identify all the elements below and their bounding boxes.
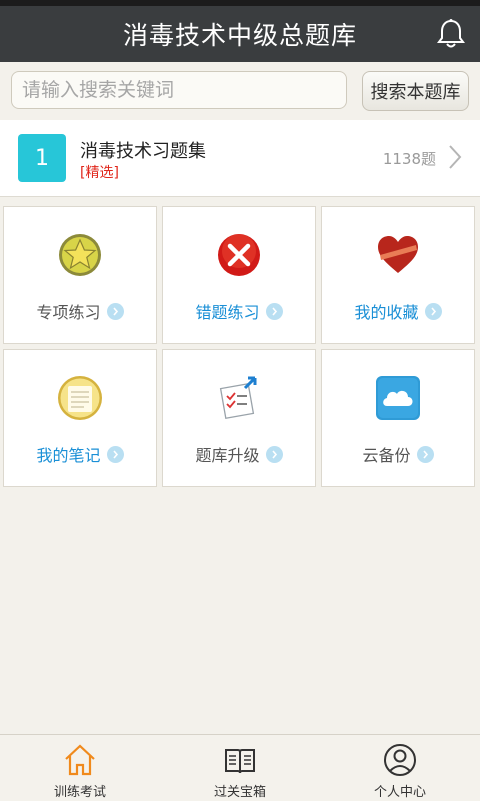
set-title: 消毒技术习题集: [80, 141, 206, 162]
tab-label: 个人中心: [373, 785, 426, 800]
home-icon: [65, 744, 95, 776]
search-bar: 搜索本题库: [0, 62, 480, 120]
bottom-tab-bar: 训练考试 过关宝箱 个人中心: [0, 734, 480, 801]
set-number-badge: 1: [18, 134, 66, 182]
search-input[interactable]: [11, 71, 347, 109]
search-button[interactable]: 搜索本题库: [362, 71, 469, 111]
tile-cloud-backup[interactable]: 云备份: [321, 349, 475, 487]
tab-treasure-box[interactable]: 过关宝箱: [160, 735, 320, 801]
tile-label: 题库升级: [195, 446, 260, 465]
tile-wrong-questions[interactable]: 错题练习: [162, 206, 316, 344]
app-header: 消毒技术中级总题库: [0, 6, 480, 62]
tile-label: 我的收藏: [354, 303, 419, 322]
page-title: 消毒技术中级总题库: [122, 21, 357, 50]
heart-icon: [378, 236, 418, 273]
cloud-icon: [376, 376, 420, 420]
bell-icon[interactable]: [436, 18, 466, 50]
red-x-icon: [218, 234, 260, 276]
tile-my-notes[interactable]: 我的笔记: [3, 349, 157, 487]
question-set-row[interactable]: 1 消毒技术习题集 [精选] 1138题: [0, 120, 480, 197]
arrow-right-icon: [265, 445, 283, 463]
tab-label: 过关宝箱: [213, 785, 266, 800]
tile-label: 我的笔记: [36, 446, 101, 465]
question-count: 1138题: [382, 150, 436, 168]
arrow-right-icon: [424, 302, 442, 320]
tile-label: 错题练习: [195, 303, 260, 322]
featured-tag: [精选]: [80, 165, 119, 181]
arrow-right-icon: [416, 445, 434, 463]
tile-special-practice[interactable]: 专项练习: [3, 206, 157, 344]
star-badge-icon: [59, 234, 101, 276]
tab-personal-center[interactable]: 个人中心: [320, 735, 480, 801]
tile-label: 云备份: [362, 446, 411, 465]
arrow-right-icon: [106, 302, 124, 320]
user-icon: [384, 744, 416, 776]
chevron-right-icon: [449, 145, 462, 169]
tab-training-exam[interactable]: 训练考试: [0, 735, 160, 801]
book-icon: [225, 749, 255, 774]
notepad-icon: [58, 376, 102, 420]
tile-bank-upgrade[interactable]: 题库升级: [162, 349, 316, 487]
arrow-right-icon: [106, 445, 124, 463]
upgrade-checklist-icon: [219, 376, 257, 419]
tile-label: 专项练习: [36, 303, 101, 322]
tab-label: 训练考试: [53, 785, 106, 800]
tile-my-favorites[interactable]: 我的收藏: [321, 206, 475, 344]
arrow-right-icon: [265, 302, 283, 320]
